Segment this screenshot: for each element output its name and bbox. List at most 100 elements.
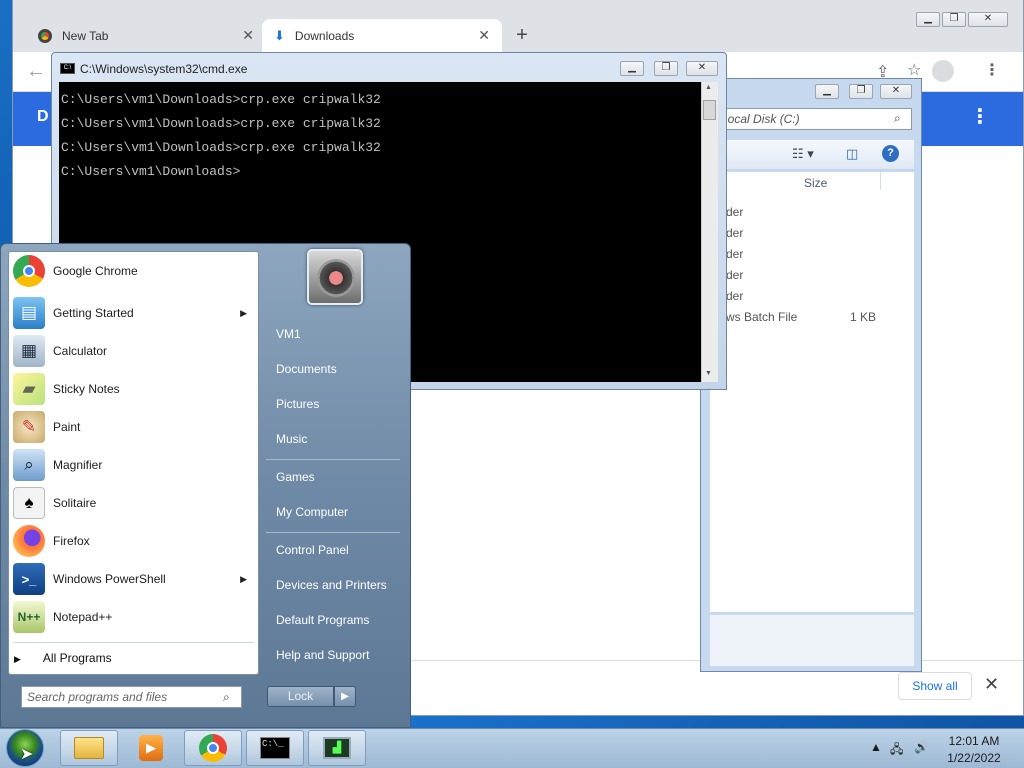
file-row-type[interactable]: der — [726, 247, 743, 261]
start-item-magnifier[interactable]: ⌕ Magnifier — [9, 447, 257, 483]
start-right-my-computer[interactable]: My Computer — [276, 505, 348, 519]
start-item-label: Paint — [53, 420, 81, 434]
file-row-type[interactable]: der — [726, 205, 743, 219]
firefox-icon — [13, 525, 45, 557]
lock-button[interactable]: Lock — [267, 686, 334, 707]
new-tab-button[interactable]: + — [510, 24, 534, 47]
explorer-search-box[interactable]: Local Disk (C:) — [714, 108, 912, 130]
start-item-label: Sticky Notes — [53, 382, 120, 396]
file-row-type[interactable]: ws Batch File — [726, 310, 797, 324]
sticky-notes-icon: ▰ — [13, 373, 45, 405]
start-right-divider — [266, 459, 400, 460]
minimize-button[interactable]: ▁ — [916, 12, 940, 27]
search-icon[interactable]: ⌕ — [894, 111, 901, 126]
getting-started-icon: ▤ — [13, 297, 45, 329]
start-item-firefox[interactable]: Firefox — [9, 523, 257, 559]
scroll-down-icon[interactable]: ▼ — [705, 370, 712, 377]
start-search-input[interactable]: Search programs and files — [21, 686, 242, 708]
taskbar-task-manager[interactable]: ▟ — [308, 730, 366, 766]
taskbar-explorer[interactable] — [60, 730, 118, 766]
file-row-type[interactable]: der — [726, 268, 743, 282]
chrome-menu-icon[interactable]: ⋮ — [984, 60, 1000, 80]
start-item-label: Windows PowerShell — [53, 572, 166, 586]
start-item-solitaire[interactable]: ♠ Solitaire — [9, 485, 257, 521]
taskbar-chrome[interactable] — [184, 730, 242, 766]
file-row-type[interactable]: der — [726, 226, 743, 240]
start-right-help-support[interactable]: Help and Support — [276, 648, 369, 662]
cmd-title: C:\Windows\system32\cmd.exe — [80, 62, 248, 76]
notepadpp-icon: N++ — [13, 601, 45, 633]
close-icon[interactable]: ✕ — [478, 27, 490, 44]
start-right-documents[interactable]: Documents — [276, 362, 337, 376]
profile-avatar[interactable] — [932, 60, 954, 82]
file-row-type[interactable]: der — [726, 289, 743, 303]
back-arrow-icon[interactable]: ← — [26, 60, 46, 83]
media-player-icon: ▶ — [139, 735, 163, 761]
console-line: C:\Users\vm1\Downloads> — [61, 164, 241, 179]
start-item-windows-powershell[interactable]: >_ Windows PowerShell ▶ — [9, 561, 257, 597]
start-right-devices-printers[interactable]: Devices and Printers — [276, 578, 387, 592]
start-item-google-chrome[interactable]: Google Chrome — [9, 253, 257, 289]
column-header-size[interactable]: Size — [804, 176, 827, 190]
start-right-default-programs[interactable]: Default Programs — [276, 613, 369, 627]
start-item-label: Magnifier — [53, 458, 103, 472]
explorer-minimize-button[interactable]: ▁ — [815, 84, 839, 99]
solitaire-icon: ♠ — [13, 487, 45, 519]
volume-icon[interactable]: 🔊 — [914, 740, 929, 754]
start-item-sticky-notes[interactable]: ▰ Sticky Notes — [9, 371, 257, 407]
task-manager-icon: ▟ — [323, 737, 351, 759]
cmd-maximize-button[interactable]: ❐ — [654, 61, 678, 76]
start-right-divider — [266, 532, 400, 533]
start-right-pictures[interactable]: Pictures — [276, 397, 319, 411]
close-shelf-icon[interactable]: ✕ — [984, 674, 999, 695]
cmd-scrollbar[interactable] — [701, 82, 718, 382]
shutdown-options-button[interactable]: ▶ — [334, 686, 356, 707]
taskbar-cmd[interactable]: C:\_ — [246, 730, 304, 766]
start-right-games[interactable]: Games — [276, 470, 315, 484]
preview-pane-icon[interactable]: ◫ — [846, 146, 858, 162]
clock-date[interactable]: 1/22/2022 — [944, 751, 1004, 765]
tab-label: New Tab — [62, 28, 109, 43]
start-item-label: Firefox — [53, 534, 90, 548]
scroll-up-icon[interactable]: ▲ — [705, 84, 712, 91]
start-right-vm1[interactable]: VM1 — [276, 327, 301, 341]
start-item-getting-started[interactable]: ▤ Getting Started ▶ — [9, 295, 257, 331]
start-right-music[interactable]: Music — [276, 432, 307, 446]
clock-time[interactable]: 12:01 AM — [944, 734, 1004, 748]
calculator-icon: ▦ — [13, 335, 45, 367]
view-options-icon[interactable]: ☷ ▾ — [792, 146, 814, 162]
tab-new-tab[interactable]: New Tab ✕ — [26, 19, 266, 52]
bookmark-star-icon[interactable]: ☆ — [907, 60, 921, 80]
start-item-label: Calculator — [53, 344, 108, 358]
show-hidden-icons[interactable]: ▲ — [870, 740, 882, 754]
cmd-close-button[interactable]: ✕ — [686, 61, 718, 76]
chrome-icon — [38, 28, 52, 43]
start-item-label: Getting Started — [53, 306, 134, 320]
explorer-maximize-button[interactable]: ❐ — [849, 84, 873, 99]
start-right-control-panel[interactable]: Control Panel — [276, 543, 349, 557]
user-avatar[interactable] — [307, 249, 363, 305]
console-line: C:\Users\vm1\Downloads>crp.exe cripwalk3… — [61, 140, 381, 155]
network-icon[interactable]: 🖧 — [890, 740, 903, 761]
taskbar-media-player[interactable]: ▶ — [122, 730, 180, 766]
powershell-icon: >_ — [13, 563, 45, 595]
chevron-right-icon: ▶ — [14, 654, 21, 664]
downloads-menu-icon[interactable]: ⋮ — [970, 104, 990, 129]
close-button[interactable]: ✕ — [968, 12, 1008, 27]
close-icon[interactable]: ✕ — [242, 27, 254, 44]
start-item-paint[interactable]: ✎ Paint — [9, 409, 257, 445]
show-all-button[interactable]: Show all — [898, 672, 972, 700]
help-icon[interactable]: ? — [882, 145, 899, 162]
download-icon: ⬇ — [274, 27, 285, 43]
tab-downloads[interactable]: ⬇ Downloads ✕ — [262, 19, 502, 52]
start-item-calculator[interactable]: ▦ Calculator — [9, 333, 257, 369]
cmd-scrollbar-thumb[interactable] — [703, 100, 716, 120]
start-item-notepadpp[interactable]: N++ Notepad++ — [9, 599, 257, 635]
search-icon[interactable]: ⌕ — [223, 690, 230, 705]
explorer-icon — [74, 737, 104, 759]
explorer-close-button[interactable]: ✕ — [880, 84, 912, 99]
all-programs-button[interactable]: ▶ All Programs — [14, 651, 112, 665]
submenu-arrow-icon: ▶ — [240, 573, 247, 584]
cmd-minimize-button[interactable]: ▁ — [620, 61, 644, 76]
maximize-button[interactable]: ❐ — [942, 12, 966, 27]
